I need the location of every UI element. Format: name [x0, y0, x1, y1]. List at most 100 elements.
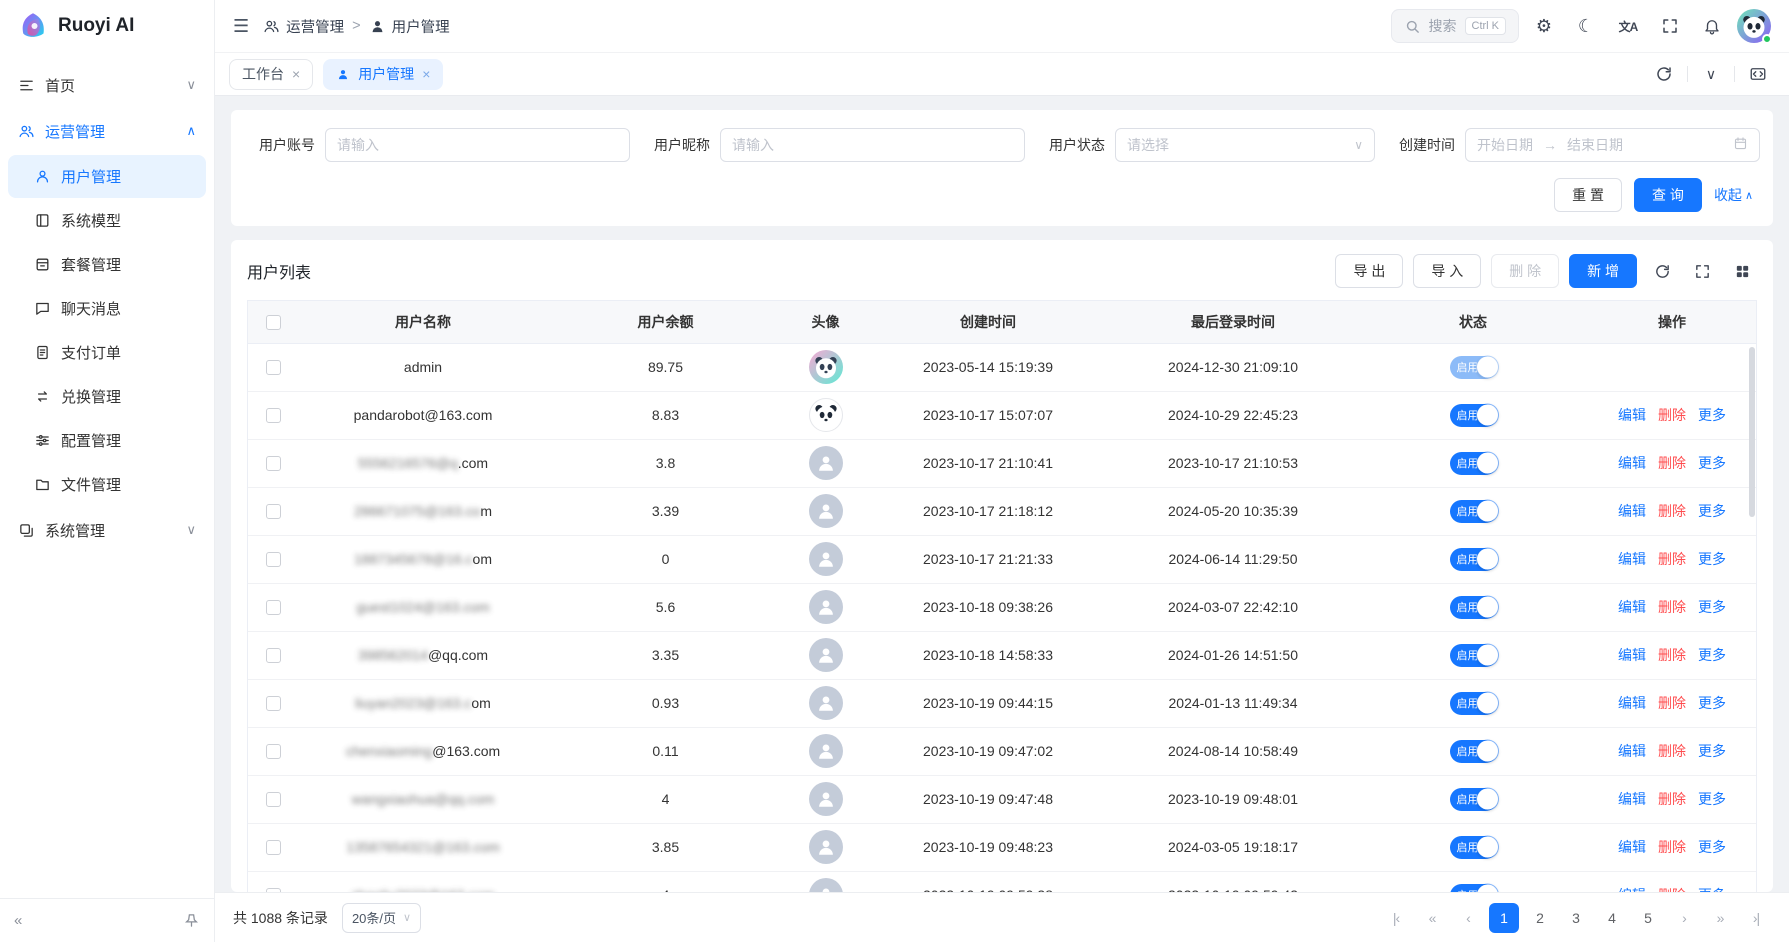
status-toggle[interactable]: 启用	[1450, 692, 1497, 715]
breadcrumb-user-management[interactable]: 用户管理	[369, 16, 450, 37]
row-checkbox[interactable]	[266, 504, 281, 519]
sidebar-item-system[interactable]: 系统管理 ∨	[0, 507, 214, 553]
sidebar-item-exchange-management[interactable]: 兑换管理	[8, 375, 206, 418]
date-range-picker[interactable]: 开始日期 → 结束日期	[1465, 128, 1760, 162]
delete-link[interactable]: 删除	[1658, 407, 1686, 423]
first-page-button[interactable]: |‹	[1381, 903, 1411, 933]
column-settings-grid-icon[interactable]	[1727, 256, 1757, 286]
hamburger-icon[interactable]: ☰	[233, 16, 249, 37]
page-button-5[interactable]: 5	[1633, 903, 1663, 933]
content-fullscreen-icon[interactable]	[1741, 57, 1775, 91]
delete-link[interactable]: 删除	[1658, 455, 1686, 471]
user-avatar[interactable]	[1737, 9, 1771, 43]
breadcrumb-operations[interactable]: 运营管理	[263, 16, 344, 37]
edit-link[interactable]: 编辑	[1618, 551, 1646, 567]
import-button[interactable]: 导 入	[1413, 254, 1481, 288]
reset-button[interactable]: 重 置	[1554, 178, 1622, 212]
delete-link[interactable]: 删除	[1658, 599, 1686, 615]
status-toggle[interactable]: 启用	[1450, 452, 1497, 475]
more-link[interactable]: 更多	[1698, 791, 1726, 807]
delete-link[interactable]: 删除	[1658, 791, 1686, 807]
status-toggle[interactable]: 启用	[1450, 884, 1497, 893]
app-logo[interactable]: Ruoyi AI	[0, 0, 214, 52]
sidebar-collapse-button[interactable]: «	[14, 912, 22, 929]
status-toggle[interactable]: 启用	[1450, 404, 1497, 427]
row-checkbox[interactable]	[266, 648, 281, 663]
collapse-filters-link[interactable]: 收起∧	[1714, 185, 1753, 205]
delete-button[interactable]: 删 除	[1491, 254, 1559, 288]
table-fullscreen-icon[interactable]	[1687, 256, 1717, 286]
row-checkbox[interactable]	[266, 408, 281, 423]
page-button-2[interactable]: 2	[1525, 903, 1555, 933]
edit-link[interactable]: 编辑	[1618, 503, 1646, 519]
fullscreen-icon[interactable]	[1653, 9, 1687, 43]
status-toggle[interactable]: 启用	[1450, 788, 1497, 811]
edit-link[interactable]: 编辑	[1618, 695, 1646, 711]
refresh-icon[interactable]	[1647, 57, 1681, 91]
close-icon[interactable]: ×	[422, 66, 430, 82]
edit-link[interactable]: 编辑	[1618, 743, 1646, 759]
edit-link[interactable]: 编辑	[1618, 647, 1646, 663]
sidebar-item-user-management[interactable]: 用户管理	[8, 155, 206, 198]
pin-icon[interactable]	[183, 912, 200, 929]
next-page-button[interactable]: ›	[1669, 903, 1699, 933]
delete-link[interactable]: 删除	[1658, 743, 1686, 759]
row-checkbox[interactable]	[266, 696, 281, 711]
page-button-3[interactable]: 3	[1561, 903, 1591, 933]
delete-link[interactable]: 删除	[1658, 887, 1686, 892]
edit-link[interactable]: 编辑	[1618, 455, 1646, 471]
more-link[interactable]: 更多	[1698, 743, 1726, 759]
translate-icon[interactable]: 文A	[1611, 9, 1645, 43]
last-page-button[interactable]: ›|	[1741, 903, 1771, 933]
more-link[interactable]: 更多	[1698, 551, 1726, 567]
account-input[interactable]	[325, 128, 630, 162]
page-size-select[interactable]: 20条/页 ∨	[342, 903, 421, 933]
status-toggle[interactable]: 启用	[1450, 596, 1497, 619]
sidebar-item-home[interactable]: 首页 ∨	[0, 62, 214, 108]
status-toggle[interactable]: 启用	[1450, 548, 1497, 571]
dark-mode-moon-icon[interactable]: ☾	[1569, 9, 1603, 43]
sidebar-item-system-models[interactable]: 系统模型	[8, 199, 206, 242]
export-button[interactable]: 导 出	[1335, 254, 1403, 288]
table-scrollbar[interactable]	[1749, 347, 1755, 517]
more-link[interactable]: 更多	[1698, 695, 1726, 711]
add-button[interactable]: 新 增	[1569, 254, 1637, 288]
delete-link[interactable]: 删除	[1658, 647, 1686, 663]
status-toggle[interactable]: 启用	[1450, 740, 1497, 763]
delete-link[interactable]: 删除	[1658, 551, 1686, 567]
table-refresh-icon[interactable]	[1647, 256, 1677, 286]
prev-page-button[interactable]: ‹	[1453, 903, 1483, 933]
sidebar-item-config-management[interactable]: 配置管理	[8, 419, 206, 462]
more-link[interactable]: 更多	[1698, 455, 1726, 471]
tab-menu-chevron-down-icon[interactable]: ∨	[1694, 57, 1728, 91]
sidebar-item-payment-orders[interactable]: 支付订单	[8, 331, 206, 374]
close-icon[interactable]: ×	[292, 66, 300, 82]
more-link[interactable]: 更多	[1698, 839, 1726, 855]
sidebar-item-package-management[interactable]: 套餐管理	[8, 243, 206, 286]
status-toggle[interactable]: 启用	[1450, 836, 1497, 859]
status-toggle[interactable]: 启用	[1450, 500, 1497, 523]
row-checkbox[interactable]	[266, 888, 281, 892]
edit-link[interactable]: 编辑	[1618, 407, 1646, 423]
delete-link[interactable]: 删除	[1658, 503, 1686, 519]
sidebar-item-operations[interactable]: 运营管理 ∧	[0, 108, 214, 154]
page-button-4[interactable]: 4	[1597, 903, 1627, 933]
edit-link[interactable]: 编辑	[1618, 599, 1646, 615]
row-checkbox[interactable]	[266, 744, 281, 759]
row-checkbox[interactable]	[266, 552, 281, 567]
more-link[interactable]: 更多	[1698, 503, 1726, 519]
more-link[interactable]: 更多	[1698, 887, 1726, 892]
row-checkbox[interactable]	[266, 600, 281, 615]
sidebar-item-chat-messages[interactable]: 聊天消息	[8, 287, 206, 330]
edit-link[interactable]: 编辑	[1618, 839, 1646, 855]
edit-link[interactable]: 编辑	[1618, 791, 1646, 807]
more-link[interactable]: 更多	[1698, 599, 1726, 615]
edit-link[interactable]: 编辑	[1618, 887, 1646, 892]
status-toggle[interactable]: 启用	[1450, 644, 1497, 667]
jump-back-button[interactable]: «	[1417, 903, 1447, 933]
status-select[interactable]: 请选择 ∨	[1115, 128, 1375, 162]
select-all-checkbox[interactable]	[266, 315, 281, 330]
page-button-1[interactable]: 1	[1489, 903, 1519, 933]
more-link[interactable]: 更多	[1698, 647, 1726, 663]
search-button[interactable]: 查 询	[1634, 178, 1702, 212]
